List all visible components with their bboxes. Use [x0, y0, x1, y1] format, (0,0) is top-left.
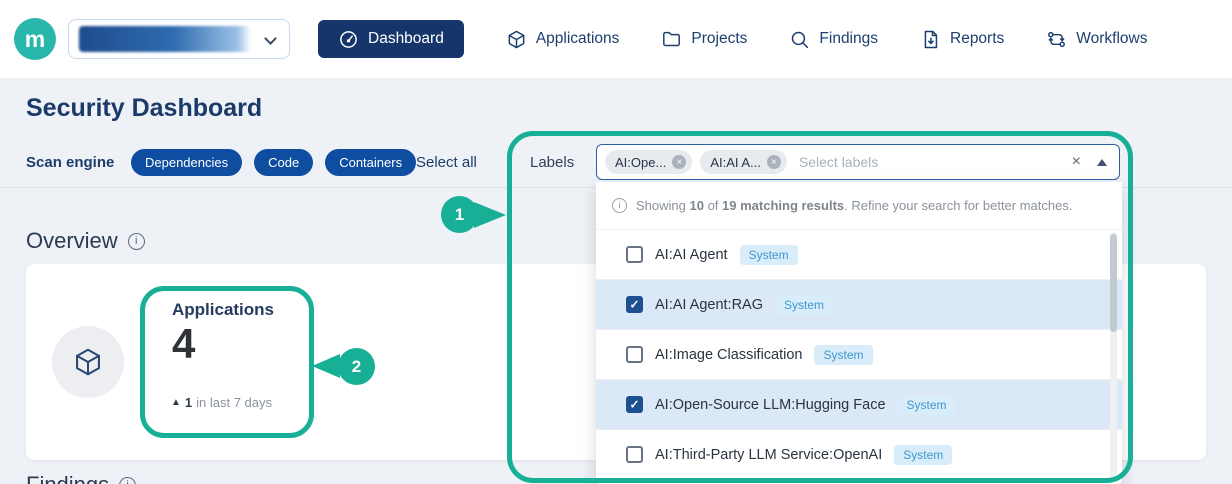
- label-option[interactable]: AI:AI Agent System: [596, 230, 1122, 280]
- overview-heading: Overview: [26, 228, 145, 254]
- nav-item-projects[interactable]: Projects: [661, 29, 747, 50]
- stat-delta: ▲ 1 in last 7 days: [171, 395, 272, 410]
- chip-remove-icon[interactable]: ×: [767, 155, 781, 169]
- checkbox-checked[interactable]: [626, 396, 643, 413]
- label-chip-text: AI:Ope...: [615, 155, 666, 170]
- option-label: AI:AI Agent:RAG: [655, 297, 763, 313]
- annotation-callout-1: 1: [441, 196, 478, 233]
- select-all-link[interactable]: Select all: [416, 154, 477, 171]
- main-nav: Dashboard Applications Projects Findings…: [318, 20, 1147, 58]
- system-badge: System: [740, 245, 798, 265]
- nav-item-dashboard[interactable]: Dashboard: [318, 20, 464, 58]
- label-chip[interactable]: AI:Ope... ×: [605, 150, 692, 174]
- workflows-icon: [1046, 29, 1067, 50]
- page-title: Security Dashboard: [26, 94, 262, 123]
- stat-value: 4: [172, 320, 195, 368]
- scan-engine-pills: Dependencies Code Containers: [131, 149, 416, 176]
- brand-logo-icon[interactable]: m: [14, 18, 56, 60]
- chevron-down-icon: [264, 32, 277, 45]
- search-icon: [789, 29, 810, 50]
- annotation-pointer-1: [474, 202, 506, 228]
- results-summary: Showing 10 of 19 matching results. Refin…: [596, 182, 1122, 230]
- nav-label: Dashboard: [368, 30, 444, 48]
- applications-icon: [506, 29, 527, 50]
- clear-icon[interactable]: ×: [1072, 153, 1081, 171]
- label-option[interactable]: AI:Third-Party LLM Service:OpenAI System: [596, 430, 1122, 480]
- nav-label: Reports: [950, 30, 1004, 48]
- system-badge: System: [894, 445, 952, 465]
- checkbox-unchecked[interactable]: [626, 446, 643, 463]
- scan-engine-label: Scan engine: [26, 154, 114, 171]
- pill-containers[interactable]: Containers: [325, 149, 416, 176]
- nav-item-applications[interactable]: Applications: [506, 29, 620, 50]
- applications-icon-circle: [52, 326, 124, 398]
- dashboard-icon: [338, 29, 359, 50]
- caret-up-icon[interactable]: [1097, 159, 1107, 166]
- system-badge: System: [898, 395, 956, 415]
- labels-placeholder: Select labels: [799, 154, 1072, 170]
- results-summary-text: Showing 10 of 19 matching results. Refin…: [636, 198, 1072, 213]
- report-document-icon: [920, 29, 941, 50]
- delta-text: in last 7 days: [196, 395, 272, 410]
- label-option[interactable]: AI:Open-Source LLM:Hugging Face System: [596, 380, 1122, 430]
- stat-title: Applications: [172, 300, 274, 320]
- label-option[interactable]: AI:Image Classification System: [596, 330, 1122, 380]
- org-selector-dropdown[interactable]: [68, 19, 290, 59]
- overview-heading-text: Overview: [26, 228, 118, 254]
- findings-heading: Findings: [26, 472, 136, 484]
- checkbox-unchecked[interactable]: [626, 346, 643, 363]
- checkbox-unchecked[interactable]: [626, 246, 643, 263]
- label-chip[interactable]: AI:AI A... ×: [700, 150, 787, 174]
- labels-multiselect[interactable]: AI:Ope... × AI:AI A... × Select labels ×: [596, 144, 1120, 180]
- info-icon: [612, 198, 627, 213]
- cube-icon: [72, 346, 104, 378]
- info-icon[interactable]: [119, 477, 136, 484]
- org-name-redacted: [79, 26, 251, 52]
- option-label: AI:Image Classification: [655, 347, 802, 363]
- nav-item-workflows[interactable]: Workflows: [1046, 29, 1147, 50]
- delta-value: 1: [185, 395, 192, 410]
- scrollbar-thumb[interactable]: [1110, 234, 1117, 332]
- nav-label: Workflows: [1076, 30, 1147, 48]
- system-badge: System: [814, 345, 872, 365]
- arrow-up-icon: ▲: [171, 397, 181, 408]
- findings-heading-text: Findings: [26, 472, 109, 484]
- labels-dropdown-panel: Showing 10 of 19 matching results. Refin…: [596, 182, 1122, 484]
- option-label: AI:Open-Source LLM:Hugging Face: [655, 397, 886, 413]
- nav-item-findings[interactable]: Findings: [789, 29, 878, 50]
- top-nav: m Dashboard Applications Projects Findin…: [0, 0, 1232, 78]
- nav-label: Findings: [819, 30, 878, 48]
- option-label: AI:AI Agent: [655, 247, 728, 263]
- label-option[interactable]: AI:AI Agent:RAG System: [596, 280, 1122, 330]
- nav-label: Projects: [691, 30, 747, 48]
- nav-item-reports[interactable]: Reports: [920, 29, 1004, 50]
- pill-dependencies[interactable]: Dependencies: [131, 149, 242, 176]
- pill-code[interactable]: Code: [254, 149, 313, 176]
- info-icon[interactable]: [128, 233, 145, 250]
- nav-label: Applications: [536, 30, 620, 48]
- chip-remove-icon[interactable]: ×: [672, 155, 686, 169]
- system-badge: System: [775, 295, 833, 315]
- option-label: AI:Third-Party LLM Service:OpenAI: [655, 447, 882, 463]
- labels-label: Labels: [530, 154, 574, 171]
- projects-icon: [661, 29, 682, 50]
- checkbox-checked[interactable]: [626, 296, 643, 313]
- label-chip-text: AI:AI A...: [710, 155, 761, 170]
